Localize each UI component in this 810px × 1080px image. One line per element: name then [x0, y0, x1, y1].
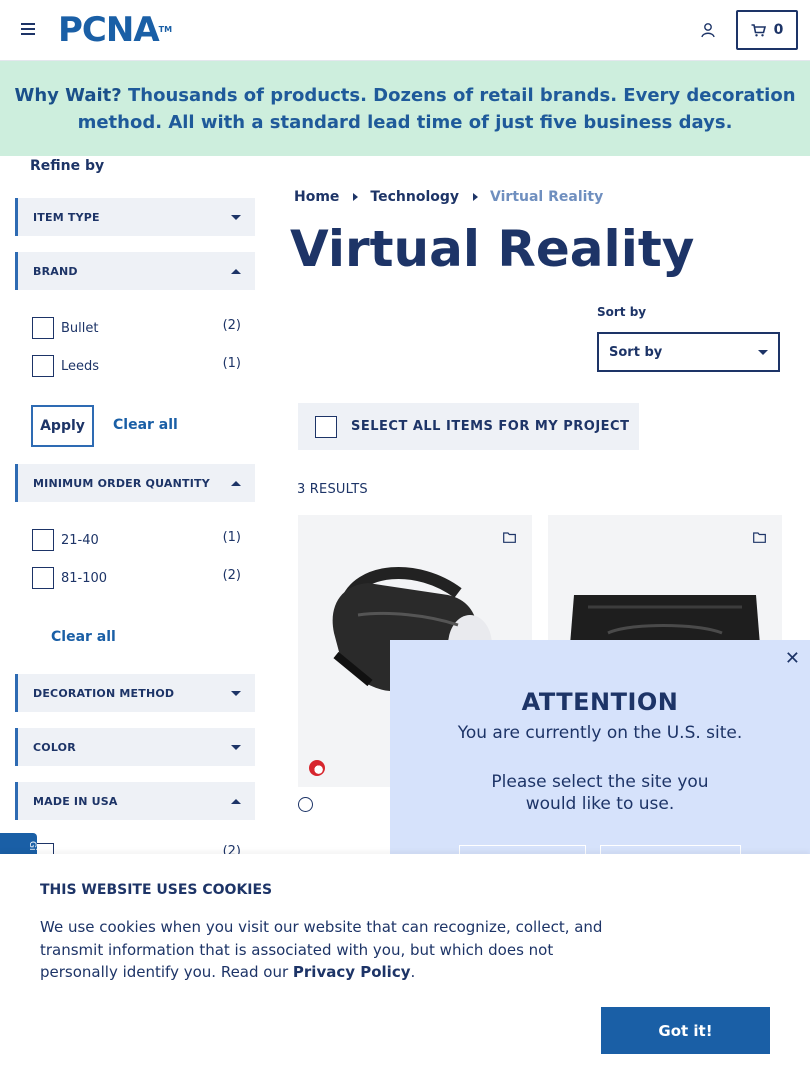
option-count: (1) [222, 529, 241, 545]
breadcrumb-separator-icon [353, 193, 359, 201]
chevron-up-icon [231, 480, 241, 486]
facet-made-in-usa[interactable]: MADE IN USA [15, 782, 255, 820]
chevron-down-icon [231, 214, 241, 220]
page-title: Virtual Reality [290, 220, 695, 278]
logo-trademark: TM [158, 25, 173, 34]
option-count: (1) [222, 355, 241, 371]
promo-banner: Why Wait? Thousands of products. Dozens … [0, 61, 810, 156]
facet-label: MINIMUM ORDER QUANTITY [33, 476, 210, 490]
promo-lead: Why Wait? [14, 84, 122, 106]
facet-minimum-order-quantity[interactable]: MINIMUM ORDER QUANTITY [15, 464, 255, 502]
checkbox[interactable] [32, 529, 54, 551]
modal-message: You are currently on the U.S. site. [457, 723, 743, 743]
cart-count: 0 [773, 22, 784, 38]
checkbox[interactable] [32, 355, 54, 377]
privacy-policy-link[interactable]: Privacy Policy [293, 963, 411, 981]
select-all-items-button[interactable]: SELECT ALL ITEMS FOR MY PROJECT [298, 403, 639, 450]
select-all-label: SELECT ALL ITEMS FOR MY PROJECT [351, 419, 630, 434]
facet-brand[interactable]: BRAND [15, 252, 255, 290]
clear-all-moq-link[interactable]: Clear all [51, 629, 116, 645]
facet-label: COLOR [33, 740, 76, 754]
facet-item-type[interactable]: ITEM TYPE [15, 198, 255, 236]
chevron-up-icon [231, 798, 241, 804]
compare-radio[interactable] [298, 797, 313, 812]
modal-title: ATTENTION [521, 688, 679, 716]
got-it-button[interactable]: Got it! [601, 1007, 770, 1054]
sort-select[interactable]: Sort by [597, 332, 780, 372]
sort-value: Sort by [609, 344, 663, 360]
checkbox[interactable] [32, 317, 54, 339]
chevron-down-icon [231, 690, 241, 696]
breadcrumb-separator-icon [473, 193, 479, 201]
cart-button[interactable]: 0 [736, 10, 798, 50]
modal-prompt-line2: would like to use. [525, 794, 675, 814]
option-label: Bullet [61, 320, 99, 336]
facet-label: DECORATION METHOD [33, 686, 175, 700]
chevron-down-icon [758, 349, 768, 355]
logo-text: PCNA [58, 10, 160, 50]
filter-option-bullet[interactable]: Bullet (2) [32, 316, 242, 340]
breadcrumb: Home Technology Virtual Reality [294, 189, 603, 205]
account-icon[interactable] [700, 22, 716, 38]
clear-all-brand-link[interactable]: Clear all [113, 417, 178, 433]
select-all-checkbox[interactable] [315, 415, 337, 438]
sort-label: Sort by [597, 305, 647, 319]
chevron-up-icon [231, 268, 241, 274]
pcna-logo[interactable]: PCNATM [58, 12, 172, 48]
breadcrumb-current: Virtual Reality [490, 189, 604, 205]
chevron-down-icon [231, 744, 241, 750]
facet-color[interactable]: COLOR [15, 728, 255, 766]
option-count: (2) [222, 317, 241, 333]
cookie-banner: THIS WEBSITE USES COOKIES We use cookies… [0, 854, 810, 1080]
menu-icon[interactable] [21, 23, 35, 35]
promo-body: Thousands of products. Dozens of retail … [77, 84, 796, 133]
option-label: 21-40 [61, 532, 99, 548]
cart-icon [751, 23, 766, 36]
cookie-period: . [410, 963, 416, 981]
cookie-text: We use cookies when you visit our websit… [40, 916, 620, 984]
filter-option-81-100[interactable]: 81-100 (2) [32, 566, 242, 590]
results-count: 3 RESULTS [297, 482, 368, 497]
option-label: 81-100 [61, 570, 108, 586]
option-label: Leeds [61, 358, 100, 374]
facet-label: ITEM TYPE [33, 210, 100, 224]
modal-prompt-line1: Please select the site you [491, 772, 709, 792]
breadcrumb-home[interactable]: Home [294, 189, 339, 205]
option-count: (2) [222, 567, 241, 583]
cookie-title: THIS WEBSITE USES COOKIES [40, 882, 273, 898]
close-icon[interactable]: ✕ [785, 648, 800, 669]
breadcrumb-technology[interactable]: Technology [370, 189, 459, 205]
color-swatch-red[interactable] [309, 760, 325, 776]
site-header: PCNATM 0 [0, 0, 810, 61]
filter-option-leeds[interactable]: Leeds (1) [32, 354, 242, 378]
filter-option-21-40[interactable]: 21-40 (1) [32, 528, 242, 552]
apply-button[interactable]: Apply [31, 405, 94, 447]
refine-by-label: Refine by [30, 158, 105, 174]
facet-decoration-method[interactable]: DECORATION METHOD [15, 674, 255, 712]
facet-label: BRAND [33, 264, 78, 278]
checkbox[interactable] [32, 567, 54, 589]
promo-text: Why Wait? Thousands of products. Dozens … [14, 82, 796, 136]
facet-label: MADE IN USA [33, 794, 118, 808]
